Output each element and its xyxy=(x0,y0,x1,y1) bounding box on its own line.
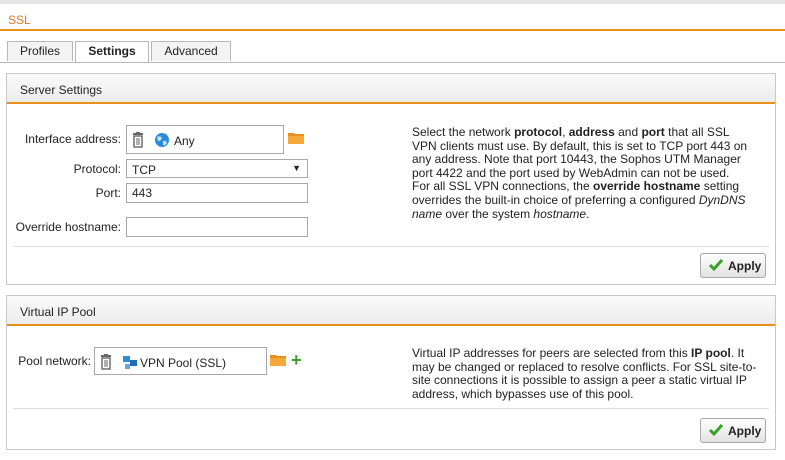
protocol-select[interactable]: TCP ▼ xyxy=(126,159,308,178)
check-icon xyxy=(709,424,723,437)
tab-advanced[interactable]: Advanced xyxy=(151,41,231,61)
trash-icon[interactable] xyxy=(100,354,112,370)
virtual-ip-pool-header: Virtual IP Pool xyxy=(7,296,775,326)
port-input[interactable] xyxy=(127,184,307,202)
server-settings-apply-button[interactable]: Apply xyxy=(700,253,766,278)
override-hostname-input[interactable] xyxy=(127,218,307,236)
check-icon xyxy=(709,259,723,272)
plus-icon[interactable]: + xyxy=(291,351,302,369)
virtual-ip-pool-help: Virtual IP addresses for peers are selec… xyxy=(412,346,757,401)
server-settings-panel: Server Settings Interface address: Any P… xyxy=(6,73,776,285)
port-label: Port: xyxy=(95,186,121,200)
port-input-box[interactable] xyxy=(126,183,308,203)
pool-network-value: VPN Pool (SSL) xyxy=(140,356,227,370)
network-icon xyxy=(123,356,137,369)
virtual-ip-pool-divider xyxy=(13,408,769,409)
interface-address-box[interactable]: Any xyxy=(126,125,284,154)
tab-profiles[interactable]: Profiles xyxy=(7,41,73,61)
globe-icon xyxy=(155,133,169,147)
server-settings-help: Select the network protocol, address and… xyxy=(412,125,748,221)
page-title-bar: SSL xyxy=(0,4,785,31)
virtual-ip-pool-panel: Virtual IP Pool Pool network: VPN Pool (… xyxy=(6,295,776,450)
pool-network-label: Pool network: xyxy=(18,354,91,368)
dropdown-arrow-icon: ▼ xyxy=(292,163,301,173)
server-settings-divider xyxy=(13,246,769,247)
virtual-ip-pool-apply-button[interactable]: Apply xyxy=(700,418,766,443)
interface-address-value: Any xyxy=(174,134,195,148)
folder-icon[interactable] xyxy=(270,353,286,366)
trash-icon[interactable] xyxy=(132,132,144,148)
protocol-label: Protocol: xyxy=(73,162,121,176)
server-settings-header: Server Settings xyxy=(7,74,775,104)
interface-address-label: Interface address: xyxy=(24,132,121,146)
folder-icon[interactable] xyxy=(288,131,304,144)
pool-network-box[interactable]: VPN Pool (SSL) xyxy=(94,347,267,375)
tab-settings[interactable]: Settings xyxy=(75,41,149,62)
override-hostname-box[interactable] xyxy=(126,217,308,237)
protocol-value: TCP xyxy=(132,163,156,177)
tab-underline xyxy=(0,62,785,63)
page-title: SSL xyxy=(8,13,31,27)
override-hostname-label: Override hostname: xyxy=(15,220,121,234)
